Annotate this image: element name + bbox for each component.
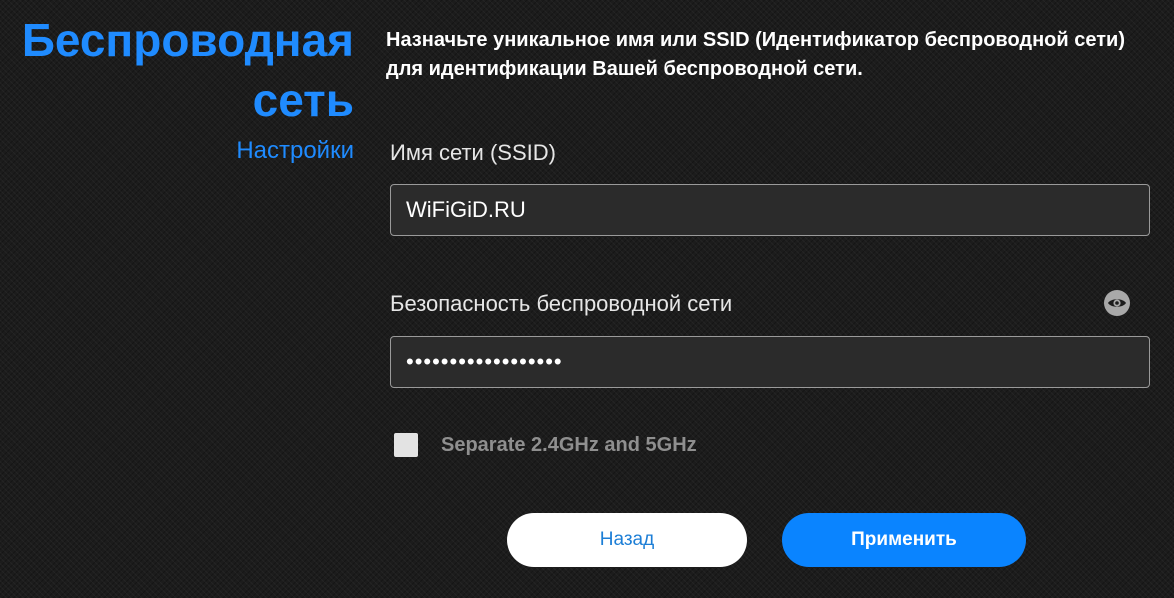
intro-text: Назначьте уникальное имя или SSID (Идент… — [386, 29, 1125, 80]
separate-bands-row: Separate 2.4GHz and 5GHz — [394, 432, 697, 458]
ssid-label: Имя сети (SSID) — [390, 140, 556, 165]
page-subtitle: Настройки — [236, 137, 354, 164]
ssid-input[interactable] — [390, 184, 1150, 236]
back-button[interactable]: Назад — [507, 513, 747, 567]
page-title: Беспроводная сеть — [21, 14, 354, 126]
apply-button[interactable]: Применить — [782, 513, 1026, 567]
password-input[interactable] — [390, 336, 1150, 388]
eye-icon[interactable] — [1104, 290, 1130, 316]
separate-bands-checkbox[interactable] — [394, 433, 418, 457]
separate-bands-label: Separate 2.4GHz and 5GHz — [441, 433, 697, 456]
security-label: Безопасность беспроводной сети — [390, 291, 733, 316]
